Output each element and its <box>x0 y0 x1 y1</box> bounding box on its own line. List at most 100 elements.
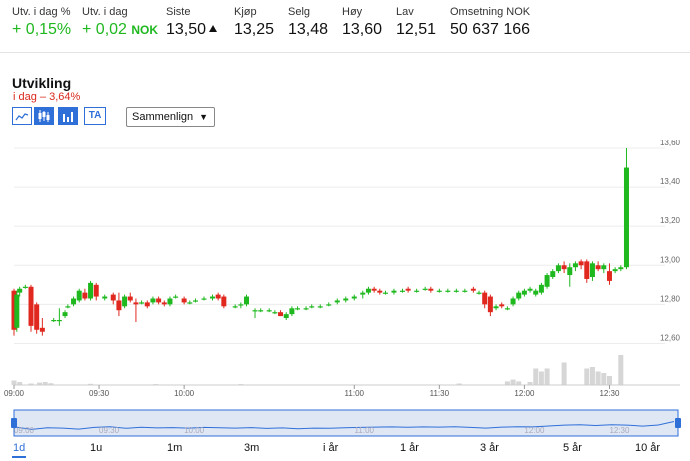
timeframe-7[interactable]: 5 år <box>563 442 582 454</box>
candle-body <box>144 302 150 307</box>
candle-body <box>167 298 173 305</box>
candle-body <box>521 290 527 295</box>
timeframe-8[interactable]: 10 år <box>635 442 660 454</box>
candle-body <box>343 298 349 301</box>
volume-bar <box>533 368 539 385</box>
stat-change-percent: Utv. i dag % + 0,15% <box>12 6 71 39</box>
candle-body <box>116 300 122 311</box>
candle-body <box>127 296 133 301</box>
section-title: Utvikling <box>12 75 72 91</box>
volume-bar <box>504 381 510 385</box>
today-change: i dag – 3,64% <box>13 91 80 103</box>
candle-body <box>538 284 544 293</box>
candle-body <box>572 263 578 268</box>
candle-body <box>595 265 601 270</box>
stat-buy: Kjøp 13,25 <box>234 6 274 39</box>
candle-body <box>334 300 340 303</box>
candle-body <box>360 292 366 295</box>
candle-body <box>110 294 116 301</box>
candle-body <box>303 308 309 310</box>
candle-body <box>187 302 193 304</box>
timeframe-5[interactable]: 1 år <box>400 442 419 454</box>
y-tick-label: 13,00 <box>660 255 681 264</box>
ta-button[interactable]: TA <box>84 107 106 125</box>
stat-value: 13,48 <box>288 21 329 38</box>
candle-body <box>584 261 590 279</box>
timeframe-0[interactable]: 1d <box>13 442 25 454</box>
volume-bar <box>601 373 607 385</box>
today-value: – 3,64% <box>39 91 81 103</box>
candle-body <box>351 296 357 299</box>
timeframe-2[interactable]: 1m <box>167 442 182 454</box>
candle-body <box>365 288 371 293</box>
candle-body <box>371 288 377 291</box>
candle-body <box>209 296 215 299</box>
timeframe-6[interactable]: 3 år <box>480 442 499 454</box>
stat-number: 13,50 <box>166 21 207 38</box>
candle-body <box>382 292 388 294</box>
candle-body <box>181 298 187 303</box>
candle-body <box>544 275 550 287</box>
candle-body <box>510 298 516 305</box>
x-tick-label: 11:30 <box>430 389 450 398</box>
candle-body <box>462 290 468 292</box>
line-chart-icon <box>15 113 29 121</box>
candle-body <box>504 308 510 310</box>
stat-last: Siste 13,50 <box>166 6 218 39</box>
candle-body <box>266 310 272 312</box>
candle-body <box>71 298 77 305</box>
y-tick-label: 12,80 <box>660 294 681 303</box>
candle-body <box>428 288 434 291</box>
candle-body <box>102 296 108 299</box>
volume-bars-icon <box>63 112 73 122</box>
stat-label: Selg <box>288 6 311 18</box>
stat-change-nok: Utv. i dag + 0,02 NOK <box>82 6 158 39</box>
compare-select-label: Sammenlign <box>132 111 194 123</box>
candle-body <box>238 304 244 306</box>
stat-value: 13,25 <box>234 21 275 38</box>
timeframe-4[interactable]: i år <box>323 442 338 454</box>
stat-high: Høy 13,60 <box>342 6 382 39</box>
compare-select[interactable]: Sammenlign ▼ <box>126 107 215 127</box>
navigator-tick-label: 12:30 <box>609 426 630 435</box>
stat-label: Høy <box>342 6 363 18</box>
stat-value: 13,60 <box>342 21 383 38</box>
navigator-tick-label: 10:00 <box>184 426 205 435</box>
candle-body <box>470 288 476 291</box>
stat-number: + 0,02 <box>82 21 127 38</box>
candle-body <box>561 265 567 270</box>
navigator-handle-right[interactable] <box>675 418 681 428</box>
candle-body <box>309 306 315 308</box>
active-timeframe-indicator <box>12 456 26 458</box>
volume-bar <box>538 371 544 385</box>
candle-body <box>391 290 397 293</box>
navigator-handle-left[interactable] <box>11 418 17 428</box>
candle-body <box>578 261 584 266</box>
candle-body <box>618 267 624 270</box>
candle-body <box>377 290 383 293</box>
candlestick-button[interactable] <box>34 107 54 125</box>
stat-value: 50 637 166 <box>450 21 531 38</box>
volume-bar <box>595 371 601 385</box>
candle-body <box>244 296 250 305</box>
line-chart-button[interactable] <box>12 107 32 125</box>
candle-body <box>133 302 139 305</box>
volume-bar <box>516 381 522 385</box>
candle-body <box>493 306 499 309</box>
candle-body <box>22 286 28 288</box>
timeframe-3[interactable]: 3m <box>244 442 259 454</box>
candle-body <box>232 306 238 308</box>
stat-low: Lav 12,51 <box>396 6 436 39</box>
candle-body <box>317 306 323 308</box>
candle-body <box>139 302 145 304</box>
price-chart[interactable]: 13,60 13,40 13,20 13,00 12,80 12,60 09:00 09:30… <box>0 140 690 440</box>
stat-label: Lav <box>396 6 414 18</box>
candlestick-icon <box>38 110 50 122</box>
timeframe-1[interactable]: 1u <box>90 442 102 454</box>
candle-body <box>612 269 618 272</box>
candle-body <box>436 290 442 292</box>
candle-body <box>17 288 23 293</box>
candle-body <box>533 290 539 295</box>
up-triangle-icon <box>209 25 218 32</box>
volume-button[interactable] <box>58 107 78 125</box>
